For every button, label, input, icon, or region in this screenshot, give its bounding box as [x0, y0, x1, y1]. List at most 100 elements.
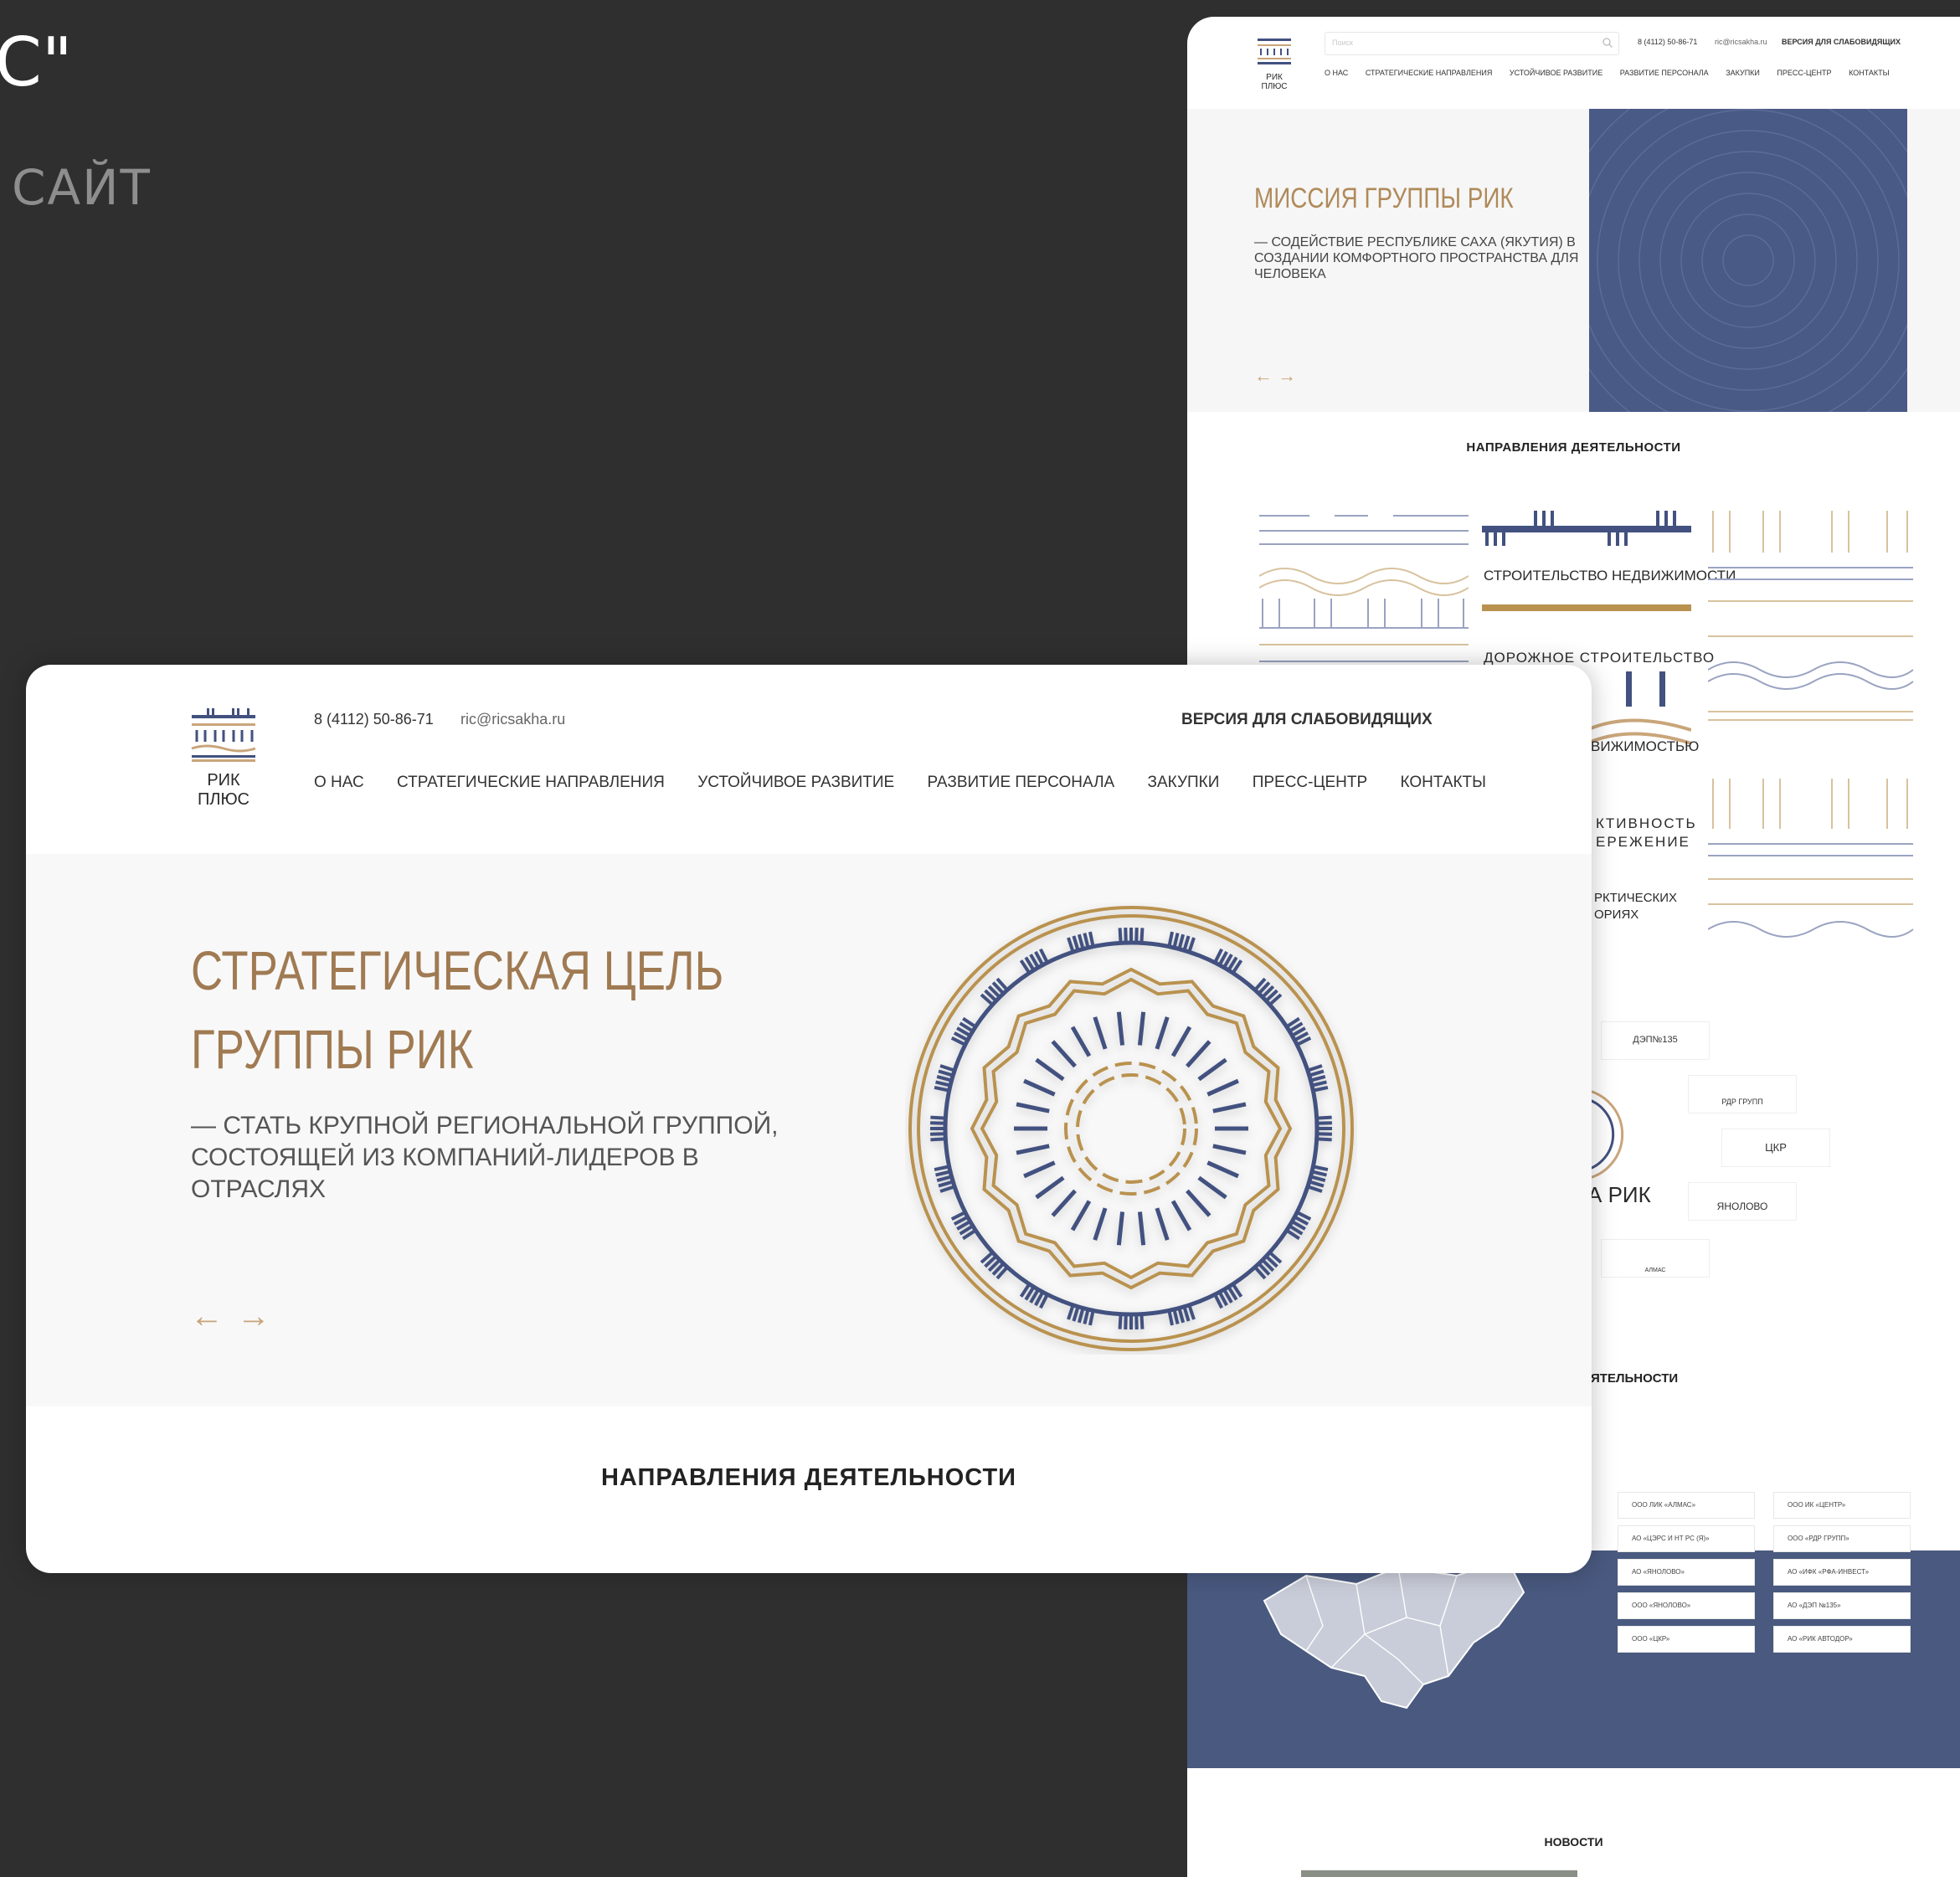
back-nav-item[interactable]: РАЗВИТИЕ ПЕРСОНАЛА: [1620, 69, 1709, 77]
back-nav-item[interactable]: ПРЕСС-ЦЕНТР: [1777, 69, 1831, 77]
ornament-tick: [1187, 937, 1196, 953]
back-email[interactable]: ric@ricsakha.ru: [1715, 38, 1767, 46]
ornament-tick: [1124, 928, 1128, 944]
ornament-tick: [1309, 1180, 1325, 1188]
ornament-tick: [1187, 1304, 1196, 1320]
front-vision-link[interactable]: ВЕРСИЯ ДЛЯ СЛАБОВИДЯЩИХ: [1181, 711, 1433, 729]
ornament-tick: [938, 1069, 954, 1077]
ornament-circle-icon: [908, 906, 1354, 1351]
back-slider-arrows[interactable]: ← →: [1254, 365, 1296, 387]
homepage-card: РИК ПЛЮС 8 (4112) 50-86-71 ric@ricsakha.…: [26, 665, 1592, 1573]
back-nav-item[interactable]: СТРАТЕГИЧЕСКИЕ НАПРАВЛЕНИЯ: [1366, 69, 1493, 77]
nav-item-procurement[interactable]: ЗАКУПКИ: [1148, 774, 1220, 791]
hero-title-line: ГРУППЫ РИК: [191, 1018, 474, 1080]
nav-item-press[interactable]: ПРЕСС-ЦЕНТР: [1253, 774, 1368, 791]
arrow-prev-icon[interactable]: ←: [190, 1298, 237, 1334]
back-phone[interactable]: 8 (4112) 50-86-71: [1638, 38, 1697, 46]
back-nav-item[interactable]: ЗАКУПКИ: [1726, 69, 1760, 77]
direction-label[interactable]: ДОРОЖНОЕ СТРОИТЕЛЬСТВО: [1484, 650, 1715, 666]
ornament-tick: [938, 1180, 954, 1188]
slider-arrows: ←→: [190, 1298, 284, 1335]
arrow-next-icon[interactable]: →: [237, 1298, 284, 1334]
ornament-tick: [1139, 928, 1145, 944]
company-item[interactable]: ООО «РДР ГРУПП»: [1773, 1525, 1911, 1552]
ornament-ray: [1155, 1016, 1170, 1050]
ornament-ray: [1023, 1160, 1056, 1179]
ornament-ray: [1155, 1207, 1170, 1241]
company-item[interactable]: ООО ИК «ЦЕНТР»: [1773, 1492, 1911, 1519]
hero-text: — СТАТЬ КРУПНОЙ РЕГИОНАЛЬНОЙ ГРУППОЙ, СО…: [191, 1112, 779, 1203]
ornament-tick: [1309, 1074, 1326, 1082]
nav-item-contacts[interactable]: КОНТАКТЫ: [1400, 774, 1486, 791]
back-logo-text: РИК ПЛЮС: [1261, 73, 1288, 91]
company-logo[interactable]: ДЭП№135: [1601, 1021, 1710, 1060]
back-logo[interactable]: РИК ПЛЮС: [1256, 37, 1293, 91]
back-hero: МИССИЯ ГРУППЫ РИК — СОДЕЙСТВИЕ РЕСПУБЛИК…: [1187, 109, 1960, 412]
back-nav-item[interactable]: О НАС: [1325, 69, 1348, 77]
concentric-pattern-icon: [1589, 109, 1907, 412]
ornament-tick: [1118, 1314, 1123, 1329]
direction-label[interactable]: ОРИЯХ: [1594, 908, 1638, 922]
ornament-tick: [1182, 1306, 1191, 1322]
ornament-pattern-icon: [1259, 515, 1469, 676]
company-item[interactable]: АО «ЦЭРС И НТ РС (Я)»: [1618, 1525, 1755, 1552]
group-ring-fragment-icon: [1589, 1089, 1624, 1180]
company-item[interactable]: АО «ИФК «РФА-ИНВЕСТ»: [1773, 1559, 1911, 1586]
ornament-tick: [930, 1121, 946, 1125]
search-icon[interactable]: [1602, 37, 1613, 49]
company-item[interactable]: ООО ЛИК «АЛМАС»: [1618, 1492, 1755, 1519]
ornament-ray: [1206, 1160, 1239, 1179]
direction-label[interactable]: ВИЖИМОСТЬЮ: [1591, 738, 1699, 755]
news-image-edge: [1301, 1870, 1577, 1877]
hero-slider: СТРАТЕГИЧЕСКАЯ ЦЕЛЬ ГРУППЫ РИК — СТАТЬ КР…: [26, 854, 1592, 1406]
direction-label[interactable]: СТРОИТЕЛЬСТВО НЕДВИЖИМОСТИ: [1484, 568, 1736, 584]
nav-item-strategy[interactable]: СТРАТЕГИЧЕСКИЕ НАПРАВЛЕНИЯ: [397, 774, 665, 791]
mission-pattern-panel: [1589, 109, 1907, 412]
company-item[interactable]: АО «ЯНОЛОВО»: [1618, 1559, 1755, 1586]
search-input[interactable]: Поиск: [1325, 32, 1619, 55]
geography-title: ЯТЕЛЬНОСТИ: [1591, 1371, 1679, 1386]
back-vision-link[interactable]: ВЕРСИЯ ДЛЯ СЛАБОВИДЯЩИХ: [1782, 38, 1901, 46]
section-subtitle: САЙТ: [12, 159, 152, 216]
ornament-ray: [1116, 1011, 1125, 1046]
front-phone[interactable]: 8 (4112) 50-86-71: [314, 711, 434, 728]
nav-item-sustainability[interactable]: УСТОЙЧИВОЕ РАЗВИТИЕ: [697, 774, 894, 791]
group-label: А РИК: [1587, 1182, 1651, 1207]
ornament-ray: [1206, 1078, 1239, 1097]
directions-title: НАПРАВЛЕНИЯ ДЕЯТЕЛЬНОСТИ: [600, 1464, 1017, 1491]
ornament-tick: [1083, 933, 1090, 949]
company-logo[interactable]: ЦКР: [1721, 1129, 1830, 1167]
direction-label[interactable]: КТИВНОСТЬ: [1596, 815, 1697, 832]
ornament-tick: [935, 1080, 951, 1088]
company-item[interactable]: АО «РИК АВТОДОР»: [1773, 1626, 1911, 1653]
company-item[interactable]: ООО «ЯНОЛОВО»: [1618, 1592, 1755, 1619]
company-logo[interactable]: АЛМАС: [1601, 1239, 1710, 1278]
nav-item-about[interactable]: О НАС: [314, 774, 364, 791]
front-email[interactable]: ric@ricsakha.ru: [460, 711, 565, 728]
ornament-ray: [1186, 1040, 1211, 1068]
company-item[interactable]: ООО «ЦКР»: [1618, 1626, 1755, 1653]
nav-item-personnel[interactable]: РАЗВИТИЕ ПЕРСОНАЛА: [928, 774, 1115, 791]
ornament-ray: [1197, 1175, 1227, 1200]
ornament-tick: [1177, 1307, 1186, 1324]
company-logo[interactable]: ЯНОЛОВО: [1688, 1182, 1797, 1221]
ornament-ray: [1070, 1026, 1092, 1057]
ornament-ray: [1116, 1211, 1125, 1246]
direction-label[interactable]: ЕРЕЖЕНИЕ: [1596, 834, 1690, 851]
search-placeholder: Поиск: [1332, 39, 1353, 47]
company-logo[interactable]: РДР ГРУПП: [1688, 1075, 1797, 1113]
direction-label[interactable]: РКТИЧЕСКИХ: [1594, 891, 1677, 905]
front-logo-text: РИК ПЛЮС: [198, 771, 250, 809]
company-item[interactable]: АО «ДЭП №135»: [1773, 1592, 1911, 1619]
ornament-ray: [1212, 1102, 1247, 1113]
ornament-tick: [1177, 933, 1186, 950]
ornament-tick: [1072, 935, 1080, 951]
ornament-ray: [1212, 1144, 1247, 1155]
ornament-ray: [1035, 1175, 1065, 1200]
back-nav-item[interactable]: КОНТАКТЫ: [1849, 69, 1890, 77]
front-logo[interactable]: РИК ПЛЮС: [190, 707, 257, 810]
back-nav-item[interactable]: УСТОЙЧИВОЕ РАЗВИТИЕ: [1510, 69, 1602, 77]
ornament-tick: [1124, 1314, 1128, 1329]
ornament-tick: [1088, 931, 1095, 948]
ornament-tick: [1172, 933, 1180, 949]
